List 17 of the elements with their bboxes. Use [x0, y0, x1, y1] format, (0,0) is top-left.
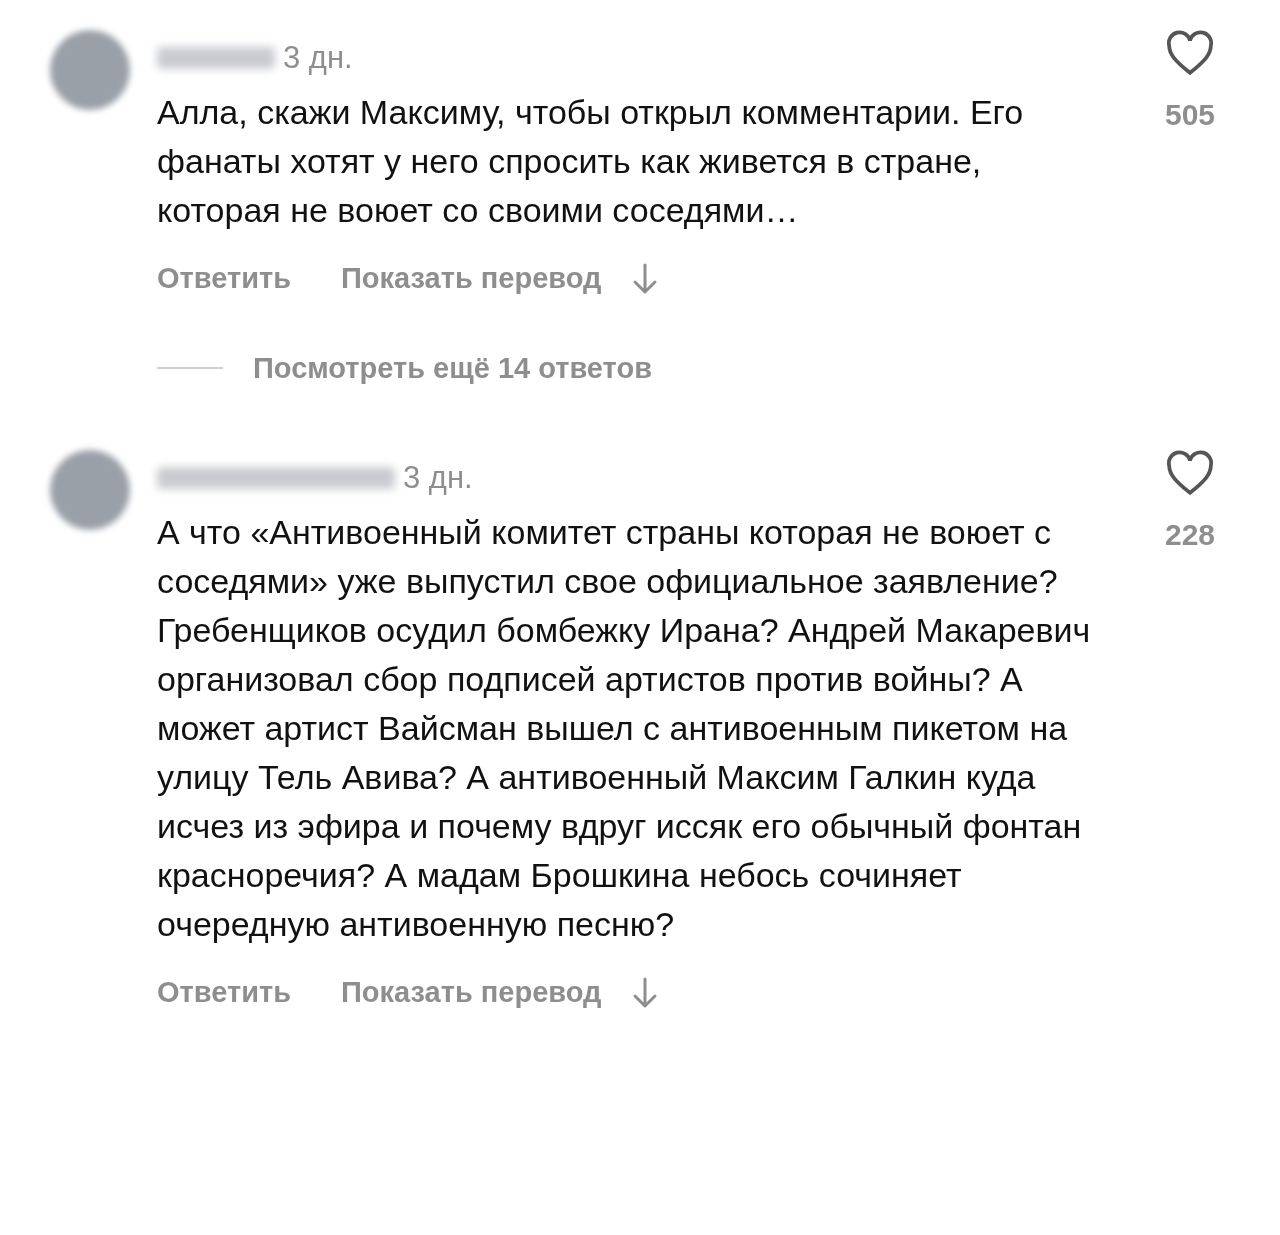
action-link[interactable]: Показать перевод	[341, 971, 602, 1015]
arrow-down-icon[interactable]	[631, 262, 658, 295]
like-count: 505	[1164, 97, 1216, 133]
heart-icon[interactable]	[1165, 30, 1215, 76]
comment-text: Алла, скажи Максиму, чтобы открыл комментарии. Его фанаты хотят у него спросить как живется в стране, которая не воюет со своими соседями…	[157, 92, 1025, 231]
comment-time: 3 дн.	[283, 38, 353, 77]
heart-icon[interactable]	[1165, 450, 1215, 496]
comment-text: А что «Антивоенный комитет страны которая не воюет с соседями» уже выпустил свое официальное заявление? Гребенщиков осудил бомбежку Ирана? Андрей Макаревич организовал сбор подписей артистов против войны? А может артист Вайсман вышел с антивоенным пикетом на улицу Тель Авива? А антивоенный Максим Галкин куда исчез из эфира и почему вдруг иссяк его обычный фонтан красноречия? А мадам Брошкина небось сочиняет очередную антивоенную песню?	[157, 512, 1092, 945]
action-link[interactable]: Ответить	[157, 257, 291, 301]
comment-time: 3 дн.	[403, 458, 473, 497]
view-replies-link[interactable]: Посмотреть ещё 14 ответов	[253, 346, 652, 390]
avatar[interactable]	[50, 450, 130, 530]
like-count: 228	[1164, 517, 1216, 553]
arrow-down-icon[interactable]	[631, 976, 658, 1009]
action-link[interactable]: Показать перевод	[341, 257, 602, 301]
avatar[interactable]	[50, 30, 130, 110]
action-link[interactable]: Ответить	[157, 971, 291, 1015]
